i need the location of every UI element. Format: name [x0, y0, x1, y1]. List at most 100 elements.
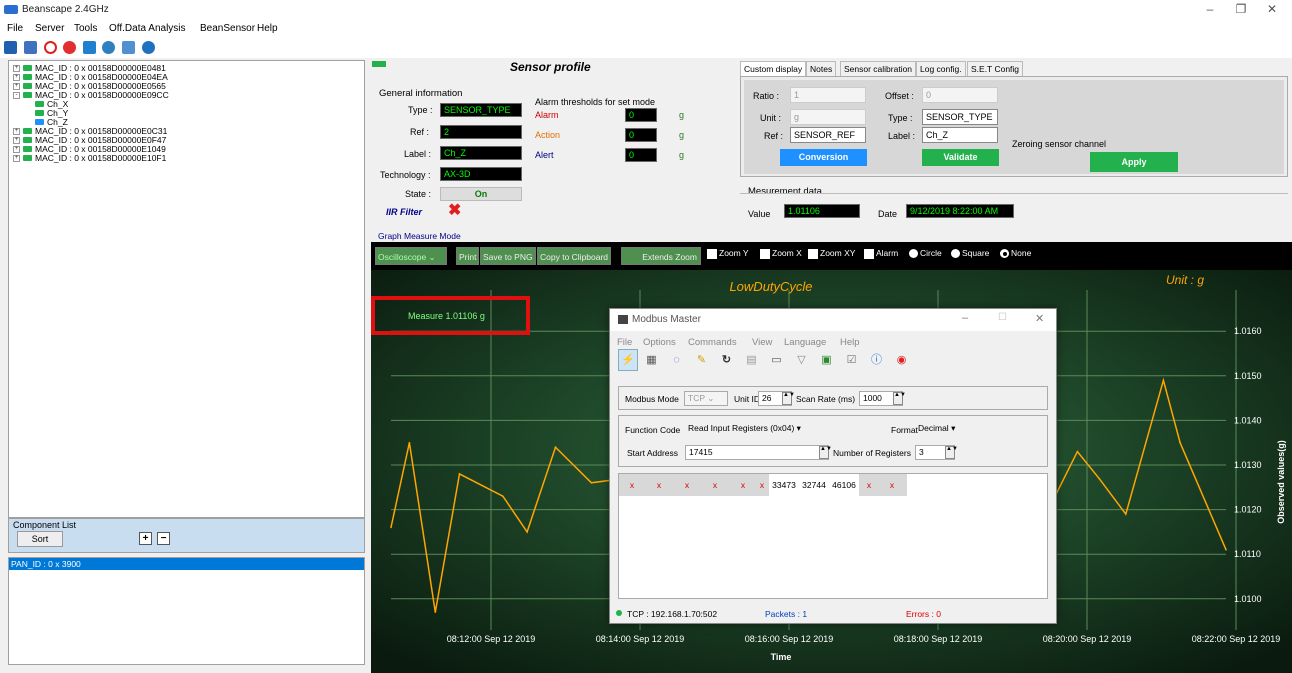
scan-rate-spinner[interactable]: ▲▼ [893, 392, 906, 405]
start-address-spinner[interactable]: ▲▼ [819, 446, 832, 459]
window-title: Beanscape 2.4GHz [22, 4, 109, 15]
num-registers-label: Number of Registers [833, 448, 911, 458]
modbus-menu-file[interactable]: File [617, 337, 632, 348]
display-icon[interactable]: ▭ [770, 354, 783, 367]
num-registers-spinner[interactable]: ▲▼ [945, 446, 958, 459]
menu-help[interactable]: Help [257, 23, 278, 34]
reload-icon[interactable]: ↻ [720, 354, 733, 367]
tab-log-config[interactable]: Log config. [916, 61, 966, 76]
extends-zoom-button[interactable]: Extends Zoom [621, 247, 701, 265]
register-cell[interactable]: 46106 [829, 474, 859, 496]
register-cell[interactable]: x [757, 474, 767, 496]
format-select[interactable]: Decimal ▾ [915, 422, 965, 437]
conversion-button[interactable]: Conversion [780, 149, 867, 166]
stop-record-icon[interactable]: ◉ [895, 354, 908, 367]
modbus-menu-language[interactable]: Language [784, 337, 826, 348]
print-button[interactable]: Print [456, 247, 480, 265]
sort-button[interactable]: Sort [17, 531, 63, 547]
register-cell[interactable]: x [701, 474, 729, 496]
monitor-icon[interactable]: ▣ [820, 354, 833, 367]
pencil-icon[interactable]: ✎ [695, 354, 708, 367]
measurement-heading: Mesurement data [748, 186, 822, 197]
tab-notes[interactable]: Notes [806, 61, 837, 76]
label-input[interactable]: Ch_Z [922, 127, 998, 143]
modbus-minimize-icon[interactable]: – [962, 312, 968, 324]
data-point [390, 526, 392, 529]
title-bar: Beanscape 2.4GHz – ❐ ✕ [0, 0, 1292, 20]
zoom-y-checkbox[interactable]: Zoom Y [707, 248, 749, 259]
stop-icon[interactable] [44, 41, 57, 54]
x-axis-title: Time [771, 652, 792, 662]
data-point [1179, 441, 1181, 444]
close-icon[interactable]: ✕ [1257, 2, 1287, 16]
mode-select[interactable]: Oscilloscope ⌄ [375, 247, 447, 265]
validate-button[interactable]: Validate [922, 149, 999, 166]
register-cell[interactable]: x [859, 474, 879, 496]
refresh-icon[interactable]: ◌ [670, 354, 683, 367]
modbus-mode-select[interactable]: TCP ⌄ [684, 391, 728, 406]
filter-icon[interactable]: ▽ [795, 354, 808, 367]
document-icon[interactable]: ▤ [745, 354, 758, 367]
extends-zoom-label: Extends Zoom [642, 252, 697, 262]
modbus-close-icon[interactable]: ✕ [1035, 312, 1044, 325]
zoom-x-checkbox[interactable]: Zoom X [760, 248, 802, 259]
x-tick-label: 08:18:00 Sep 12 2019 [894, 634, 983, 644]
list-icon[interactable] [24, 41, 37, 54]
modbus-menu-help[interactable]: Help [840, 337, 860, 348]
disconnect-icon[interactable] [63, 41, 76, 54]
menu-beansensor[interactable]: BeanSensor [200, 23, 255, 34]
modbus-menu-view[interactable]: View [752, 337, 772, 348]
download-icon[interactable] [83, 41, 96, 54]
circle-radio[interactable]: Circle [909, 248, 942, 259]
unit-id-spinner[interactable]: ▲▼ [782, 392, 795, 405]
expand-all-icon[interactable]: + [139, 532, 152, 545]
menu-server[interactable]: Server [35, 23, 64, 34]
zoom-xy-checkbox[interactable]: Zoom XY [808, 248, 855, 259]
save-png-button[interactable]: Save to PNG [480, 247, 536, 265]
register-cell[interactable]: x [673, 474, 701, 496]
square-radio[interactable]: Square [951, 248, 989, 259]
tab-sensor-calibration[interactable]: Sensor calibration [840, 61, 917, 76]
ratio-input[interactable]: 1 [790, 87, 866, 103]
modbus-maximize-icon[interactable]: ☐ [998, 312, 1007, 323]
alarm-checkbox[interactable]: Alarm [864, 248, 898, 259]
info-icon[interactable]: ⓘ [870, 354, 883, 367]
modbus-menu-options[interactable]: Options [643, 337, 676, 348]
register-cell[interactable]: 33473 [769, 474, 799, 496]
tab-set-config[interactable]: S.E.T Config [967, 61, 1024, 76]
copy-clipboard-button[interactable]: Copy to Clipboard [537, 247, 612, 265]
menu-offline-analysis[interactable]: Off.Data Analysis [109, 23, 186, 34]
pan-item[interactable]: PAN_ID : 0 x 3900 [9, 558, 364, 570]
none-radio[interactable]: None [1000, 248, 1031, 259]
chart-small-icon[interactable]: ☑ [845, 354, 858, 367]
ref-input[interactable]: SENSOR_REF [790, 127, 866, 143]
start-address-input[interactable]: 17415 [685, 445, 829, 460]
minimize-icon[interactable]: – [1195, 2, 1225, 16]
menu-tools[interactable]: Tools [74, 23, 97, 34]
divider [740, 193, 1288, 194]
tab-custom-display[interactable]: Custom display [740, 61, 807, 76]
data-point [458, 473, 461, 475]
chart-icon[interactable] [122, 41, 135, 54]
menu-file[interactable]: File [7, 23, 23, 34]
register-cell[interactable]: x [729, 474, 757, 496]
register-cell[interactable]: 32744 [799, 474, 829, 496]
register-cell[interactable]: x [619, 474, 645, 496]
register-cell[interactable]: x [645, 474, 673, 496]
register-cell[interactable]: x [879, 474, 905, 496]
offset-input[interactable]: 0 [922, 87, 998, 103]
sensor-icon[interactable] [102, 41, 115, 54]
type-input[interactable]: SENSOR_TYPE [922, 109, 998, 125]
settings-icon[interactable]: ▦ [645, 354, 658, 367]
save-icon[interactable] [4, 41, 17, 54]
restore-icon[interactable]: ❐ [1226, 2, 1256, 16]
unit-input[interactable]: g [790, 109, 866, 125]
modbus-menu-commands[interactable]: Commands [688, 337, 737, 348]
data-point [1225, 548, 1227, 551]
network-icon[interactable] [142, 41, 155, 54]
function-code-select[interactable]: Read Input Registers (0x04) ▾ [685, 422, 831, 437]
apply-button[interactable]: Apply [1090, 152, 1178, 172]
tree-node[interactable]: + MAC_ID : 0 x 00158D00000E10F1 [13, 153, 166, 163]
y-tick-label: 1.0110 [1234, 549, 1261, 559]
collapse-all-icon[interactable]: − [157, 532, 170, 545]
